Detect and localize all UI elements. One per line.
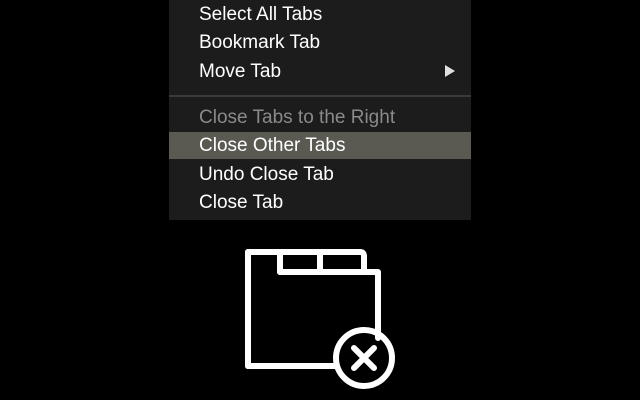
menu-item-close-other-tabs[interactable]: Close Other Tabs bbox=[169, 132, 471, 159]
menu-item-close-tab[interactable]: Close Tab bbox=[169, 189, 471, 216]
menu-item-close-tabs-to-the-right: Close Tabs to the Right bbox=[169, 104, 471, 131]
menu-item-label: Close Tab bbox=[199, 192, 284, 213]
menu-item-label: Undo Close Tab bbox=[199, 164, 334, 185]
menu-item-label: Close Other Tabs bbox=[199, 135, 346, 156]
menu-separator bbox=[169, 95, 471, 97]
menu-item-select-all-tabs[interactable]: Select All Tabs bbox=[169, 1, 471, 28]
submenu-arrow-icon bbox=[445, 65, 455, 77]
menu-item-label: Select All Tabs bbox=[199, 4, 323, 25]
menu-item-label: Close Tabs to the Right bbox=[199, 107, 396, 128]
tab-context-menu: Select All Tabs Bookmark Tab Move Tab Cl… bbox=[169, 0, 471, 220]
menu-item-label: Move Tab bbox=[199, 61, 282, 82]
close-other-tabs-icon bbox=[240, 244, 400, 390]
menu-item-undo-close-tab[interactable]: Undo Close Tab bbox=[169, 161, 471, 188]
menu-item-move-tab[interactable]: Move Tab bbox=[169, 58, 471, 85]
menu-item-bookmark-tab[interactable]: Bookmark Tab bbox=[169, 29, 471, 56]
menu-item-label: Bookmark Tab bbox=[199, 32, 321, 53]
